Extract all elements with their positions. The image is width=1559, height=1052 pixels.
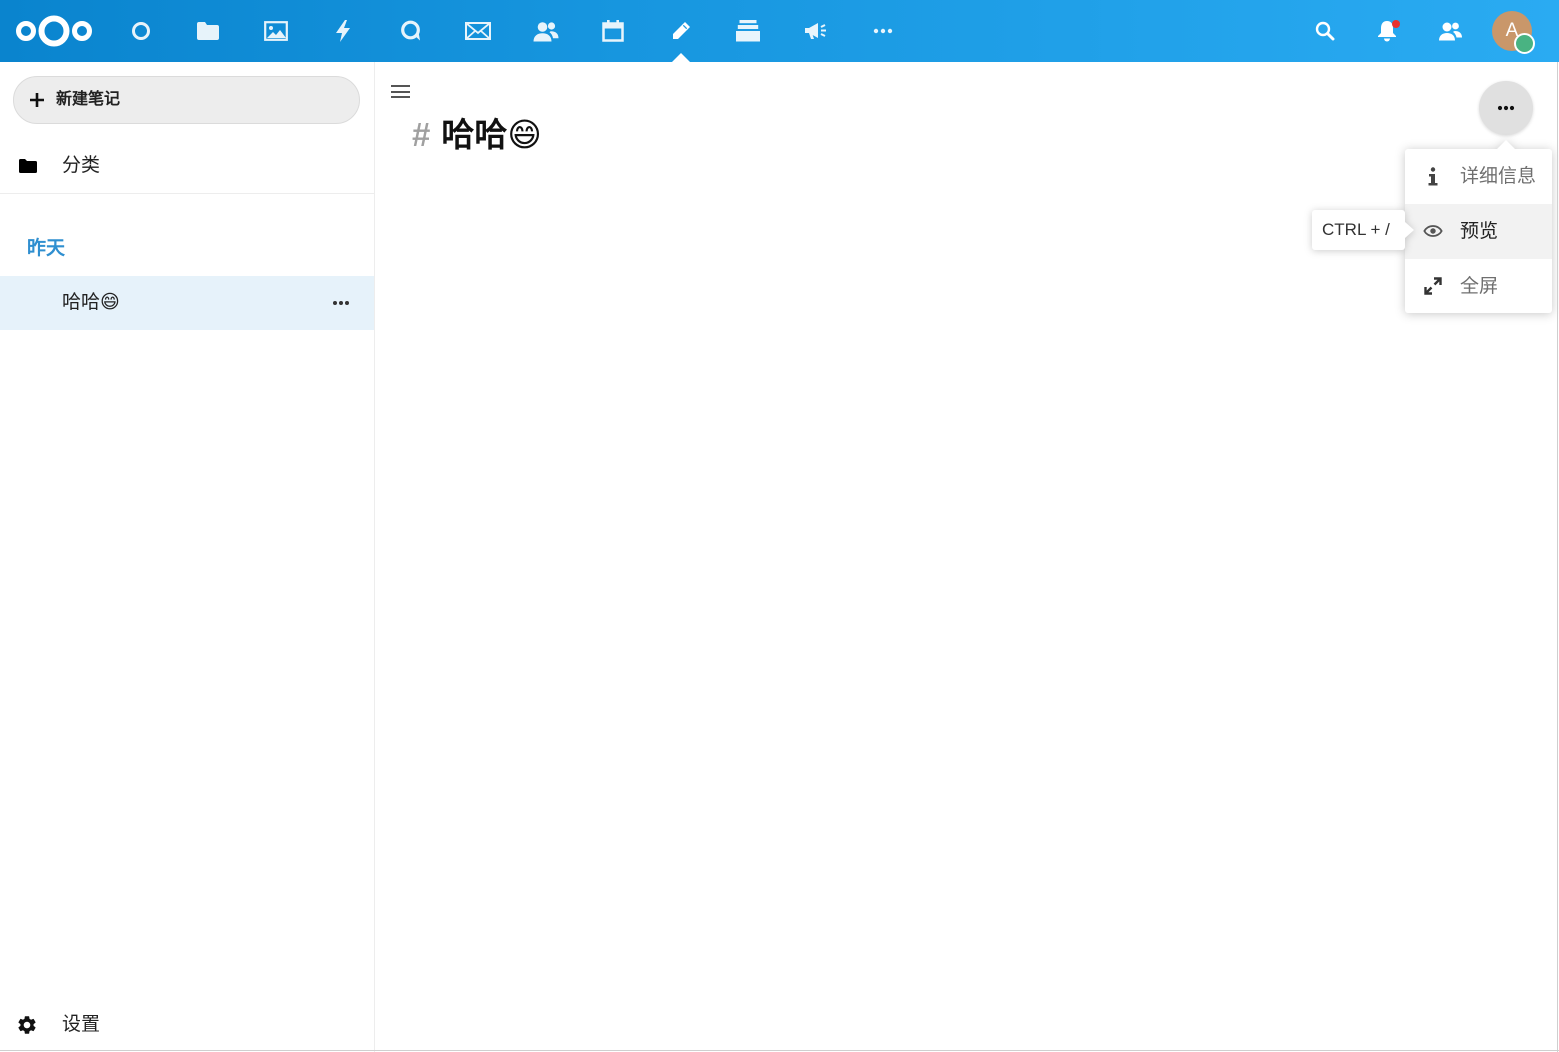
note-group-heading: 昨天 [27,238,66,259]
app-dashboard[interactable] [107,0,175,62]
note-heading[interactable]: # 哈哈😄 [412,113,542,157]
note-list-item-title: 哈哈😄 [62,292,120,313]
shortcut-tooltip: CTRL + / [1312,210,1415,250]
more-icon[interactable] [332,300,350,306]
plus-icon [30,93,44,107]
app-navigation-sidebar: 新建笔记 分类 昨天 哈哈😄 设置 [0,62,375,1052]
settings-item[interactable]: 设置 [0,1003,374,1047]
announcements-megaphone-icon [804,23,826,39]
window-border-right [1557,62,1558,1052]
top-navigation-bar: A [0,0,1559,62]
window-border-bottom [0,1050,1559,1051]
hamburger-line [391,85,410,87]
heading-marker: # [412,116,431,153]
folder-icon [19,159,37,173]
app-deck[interactable] [715,0,783,62]
more-icon [1497,105,1515,111]
calendar-icon [602,20,624,42]
notifications-button[interactable] [1362,0,1412,62]
new-note-button[interactable]: 新建笔记 [13,76,360,124]
app-more[interactable] [850,0,918,62]
activity-lightning-icon [336,20,351,42]
info-icon [1423,166,1443,186]
menu-item-label: 详细信息 [1460,166,1537,187]
note-list-item[interactable]: 哈哈😄 [0,276,374,330]
note-title: 哈哈😄 [441,116,542,153]
online-status-indicator [1514,33,1535,54]
menu-item-label: 预览 [1460,221,1499,242]
fullscreen-icon [1423,276,1443,296]
contacts-menu-button[interactable] [1425,0,1475,62]
note-actions-menu: 详细信息 预览 全屏 [1405,149,1552,313]
menu-item-fullscreen[interactable]: 全屏 [1405,259,1552,313]
talk-icon [400,20,420,41]
unified-search-button[interactable] [1300,0,1350,62]
search-icon [1315,21,1335,41]
hamburger-line [391,96,410,98]
hamburger-line [391,90,410,93]
sidebar-toggle-hamburger-icon[interactable] [391,84,412,99]
photos-icon [263,21,288,41]
active-app-indicator [671,53,690,62]
deck-icon [736,20,761,42]
app-notes[interactable] [647,0,715,62]
files-folder-icon [197,22,220,40]
categories-item[interactable]: 分类 [0,144,374,188]
unread-notification-dot [1392,20,1400,28]
shortcut-tooltip-text: CTRL + / [1312,210,1405,250]
menu-item-details[interactable]: 详细信息 [1405,149,1552,204]
eye-icon [1423,221,1443,241]
notes-pencil-icon [672,22,690,39]
settings-label: 设置 [62,1014,101,1035]
note-actions-button[interactable] [1479,81,1533,135]
app-mail[interactable] [445,0,513,62]
popover-arrow [1497,140,1515,149]
note-actions-popover: 详细信息 预览 全屏 [1405,140,1552,313]
app-calendar[interactable] [580,0,648,62]
nextcloud-logo[interactable] [14,11,94,51]
app-files[interactable] [175,0,243,62]
app-contacts[interactable] [512,0,580,62]
menu-item-label: 全屏 [1460,276,1499,297]
app-activity[interactable] [310,0,378,62]
gear-icon [18,1016,36,1034]
contacts-menu-icon [1439,22,1462,41]
new-note-label: 新建笔记 [56,91,121,108]
dashboard-icon [131,22,150,40]
app-talk[interactable] [377,0,445,62]
contacts-icon [533,21,559,41]
tooltip-arrow [1405,222,1414,238]
categories-label: 分类 [62,155,101,176]
notes-app-window: A 新建笔记 分类 昨天 哈哈😄 设置 # 哈哈😄 详细信息 预览 全屏 CTR… [0,0,1559,1052]
menu-item-preview[interactable]: 预览 [1405,204,1552,259]
app-menu [107,0,917,62]
app-photos[interactable] [242,0,310,62]
mail-icon [465,22,492,40]
more-apps-icon [874,28,893,34]
app-announcements[interactable] [782,0,850,62]
sidebar-divider [0,193,374,194]
